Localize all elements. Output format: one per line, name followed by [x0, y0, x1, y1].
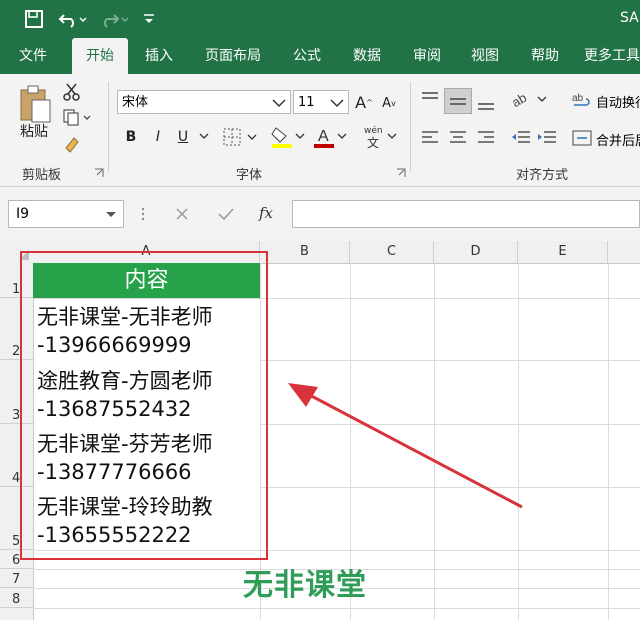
align-bottom-icon[interactable] — [476, 90, 496, 112]
column-header-e[interactable]: E — [518, 241, 608, 263]
customize-toolbar-icon[interactable] — [142, 12, 156, 26]
wrap-text-icon[interactable]: ab — [572, 90, 592, 110]
tab-formulas[interactable]: 公式 — [284, 38, 330, 74]
svg-text:wén: wén — [364, 125, 383, 136]
italic-button[interactable]: I — [149, 126, 167, 148]
font-color-icon[interactable]: A — [312, 124, 348, 150]
name-box[interactable]: I9 — [8, 200, 124, 228]
formula-input[interactable] — [292, 200, 640, 228]
insert-function-button[interactable]: fx — [259, 204, 273, 222]
tab-file[interactable]: 文件 — [8, 38, 58, 74]
ribbon-tabs: 文件 开始 插入 页面布局 公式 数据 审阅 视图 帮助 更多工具 — [0, 38, 640, 74]
svg-text:A: A — [318, 128, 329, 145]
decrease-font-size-icon[interactable]: Av — [380, 92, 398, 114]
paste-button[interactable]: 粘贴 — [14, 122, 54, 140]
align-center-icon[interactable] — [448, 128, 468, 148]
column-header-b[interactable]: B — [260, 241, 350, 263]
dialog-launcher-icon[interactable] — [94, 168, 104, 178]
decrease-indent-icon[interactable] — [510, 128, 532, 148]
clipboard-group-label: 剪贴板 — [22, 168, 62, 183]
tab-data[interactable]: 数据 — [344, 38, 390, 74]
merge-center-button[interactable]: 合并后居中 — [596, 130, 640, 149]
tab-view[interactable]: 视图 — [462, 38, 508, 74]
row-header-7[interactable]: 7 — [0, 569, 33, 588]
highlight-box — [20, 251, 268, 560]
tab-home[interactable]: 开始 — [72, 38, 128, 74]
enter-icon[interactable] — [217, 206, 235, 222]
cut-icon[interactable] — [62, 82, 82, 102]
tab-more-tools[interactable]: 更多工具 — [584, 38, 640, 74]
formula-bar: I9 fx — [0, 187, 640, 241]
watermark-logo: 无非课堂 — [243, 568, 367, 603]
ribbon-separator — [410, 82, 411, 172]
name-box-value: I9 — [16, 206, 30, 222]
underline-button[interactable]: U — [174, 126, 192, 148]
phonetic-guide-icon[interactable]: wén 文 — [362, 122, 398, 150]
align-top-icon[interactable] — [420, 90, 440, 110]
title-bar: SA — [0, 0, 640, 38]
align-middle-icon — [450, 98, 466, 105]
grid-line — [608, 263, 609, 620]
grid-line — [33, 608, 640, 609]
copy-icon[interactable] — [62, 108, 92, 126]
increase-indent-icon[interactable] — [536, 128, 558, 148]
document-title: SA — [620, 10, 639, 26]
row-header-8[interactable]: 8 — [0, 588, 33, 608]
merge-center-icon[interactable] — [572, 128, 592, 148]
svg-text:ab: ab — [572, 93, 584, 104]
borders-icon[interactable] — [222, 126, 258, 148]
row-number: 8 — [12, 592, 21, 607]
align-middle-button[interactable] — [444, 88, 472, 114]
orientation-icon[interactable]: ab — [512, 88, 546, 110]
chevron-down-icon — [330, 99, 344, 108]
svg-text:ab: ab — [512, 90, 529, 110]
column-header-d[interactable]: D — [434, 241, 518, 263]
grid-line — [260, 360, 640, 361]
tab-page-layout[interactable]: 页面布局 — [196, 38, 270, 74]
more-icon — [141, 207, 145, 221]
tab-insert[interactable]: 插入 — [134, 38, 184, 74]
font-group-label: 字体 — [236, 168, 263, 183]
column-header-c[interactable]: C — [350, 241, 434, 263]
ribbon: 粘贴 剪贴板 宋体 11 A ^ Av B I U A wén 文 字体 ab … — [0, 74, 640, 187]
alignment-group-label: 对齐方式 — [516, 168, 569, 183]
increase-font-size-icon[interactable]: A ^ — [354, 90, 374, 114]
font-name-value: 宋体 — [122, 95, 149, 110]
chevron-down-icon[interactable] — [198, 130, 210, 142]
paste-icon[interactable] — [18, 84, 52, 124]
format-painter-icon[interactable] — [62, 134, 82, 154]
save-icon[interactable] — [24, 9, 44, 29]
fill-color-icon[interactable] — [270, 124, 306, 150]
align-left-icon[interactable] — [420, 128, 440, 148]
annotation-arrow-icon — [288, 383, 523, 509]
chevron-down-icon — [106, 212, 116, 217]
dialog-launcher-icon[interactable] — [396, 168, 406, 178]
undo-icon[interactable] — [58, 9, 88, 29]
font-name-select[interactable]: 宋体 — [117, 90, 291, 114]
row-number: 7 — [12, 572, 21, 587]
font-size-select[interactable]: 11 — [293, 90, 349, 114]
wrap-text-button[interactable]: 自动换行 — [596, 92, 640, 111]
chevron-down-icon — [272, 99, 286, 108]
cancel-icon[interactable] — [174, 206, 190, 222]
font-size-value: 11 — [298, 95, 315, 110]
tab-help[interactable]: 帮助 — [522, 38, 568, 74]
bold-button[interactable]: B — [122, 126, 140, 148]
ribbon-separator — [108, 82, 109, 172]
tab-review[interactable]: 审阅 — [404, 38, 450, 74]
svg-text:文: 文 — [367, 135, 379, 150]
align-right-icon[interactable] — [476, 128, 496, 148]
redo-icon[interactable] — [100, 9, 130, 29]
